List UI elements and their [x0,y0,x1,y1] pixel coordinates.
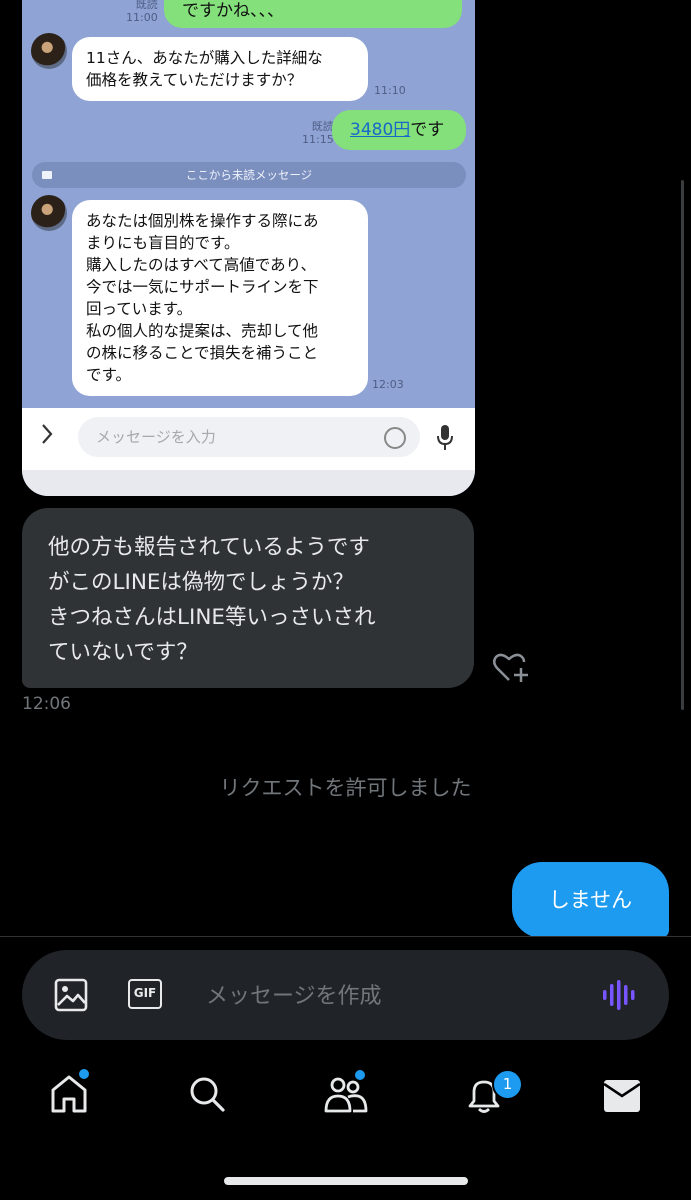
bubble-line: の株に移ることで損失を補うこと [86,344,319,362]
message-line: がこのLINEは偽物でしょうか？ [48,570,354,595]
sender-avatar [31,33,67,69]
read-label: 既読 [135,0,158,11]
message-time: 12:03 [372,378,404,391]
line-message-input: メッセージを入力 [78,417,420,457]
message-timestamp: 12:06 [22,694,71,714]
bubble-line: まりにも盲目的です。 [86,234,240,252]
message-line: 他の方も報告されているようです [48,535,370,560]
compose-message-input[interactable]: メッセージを作成 [206,978,382,1010]
home-indicator[interactable] [224,1177,468,1185]
bubble-line: 価格を教えていただけますか？ [86,71,303,89]
message-time: 11:10 [374,84,406,97]
message-line: ていないです？ [48,640,198,665]
home-icon[interactable] [50,1074,88,1114]
price-link[interactable]: 3480円 [350,120,410,140]
search-icon[interactable] [188,1074,226,1114]
line-sent-bubble: 3480円です [332,110,466,150]
bubble-line: 購入したのはすべて高値であり、 [86,256,317,274]
line-input-bar: メッセージを入力 [22,408,475,470]
bubble-line: あなたは個別株を操作する際にあ [86,212,319,230]
line-input-placeholder: メッセージを入力 [96,428,216,446]
notifications-badge: 1 [492,1069,523,1100]
sent-message-bubble[interactable]: しません [512,862,669,938]
messages-envelope-icon[interactable] [604,1080,640,1112]
message-line: きつねさんはLINE等いっさいされ [48,605,376,630]
unread-divider-label: ここから未読メッセージ [185,168,313,182]
line-screenshot-footer [22,470,475,496]
message-time: 11:15 [302,133,334,146]
sender-avatar [31,195,67,231]
communities-notification-dot [355,1070,365,1080]
communities-icon[interactable] [324,1074,368,1114]
image-icon[interactable] [54,978,88,1012]
gif-button[interactable]: GIF [128,979,162,1009]
voice-message-icon[interactable] [602,979,638,1011]
bubble-line: です。 [86,366,131,384]
home-notification-dot [79,1069,89,1079]
unread-divider: ここから未読メッセージ [32,162,466,188]
message-time: 11:00 [126,11,158,24]
bubble-suffix: です [410,120,445,140]
line-received-bubble: 11さん、あなたが購入した詳細な 価格を教えていただけますか？ [72,37,368,101]
received-message-bubble[interactable]: 他の方も報告されているようです がこのLINEは偽物でしょうか？ きつねさんはL… [22,508,474,688]
smile-icon [384,427,406,449]
bubble-line: 私の個人的な提案は、売却して他 [86,322,319,340]
read-label: 既読 [311,120,334,133]
line-sent-bubble: ですかね、、、 [164,0,462,28]
microphone-icon [437,425,453,450]
request-accepted-notice: リクエストを許可しました [219,776,472,800]
chevron-right-icon [40,422,54,452]
bubble-line: 回っています。 [86,300,193,318]
line-received-bubble: あなたは個別株を操作する際にあ まりにも盲目的です。 購入したのはすべて高値であ… [72,200,368,396]
line-screenshot-attachment[interactable]: 既読 11:00 ですかね、、、 11さん、あなたが購入した詳細な 価格を教えて… [22,0,475,496]
scrollbar[interactable] [681,180,684,710]
bubble-line: 今では一気にサポートラインを下 [86,278,319,296]
add-reaction-heart-icon[interactable] [492,650,530,686]
bubble-line: 11さん、あなたが購入した詳細な [86,49,323,67]
message-composer[interactable]: GIF メッセージを作成 [22,950,669,1040]
tag-icon [42,171,52,179]
